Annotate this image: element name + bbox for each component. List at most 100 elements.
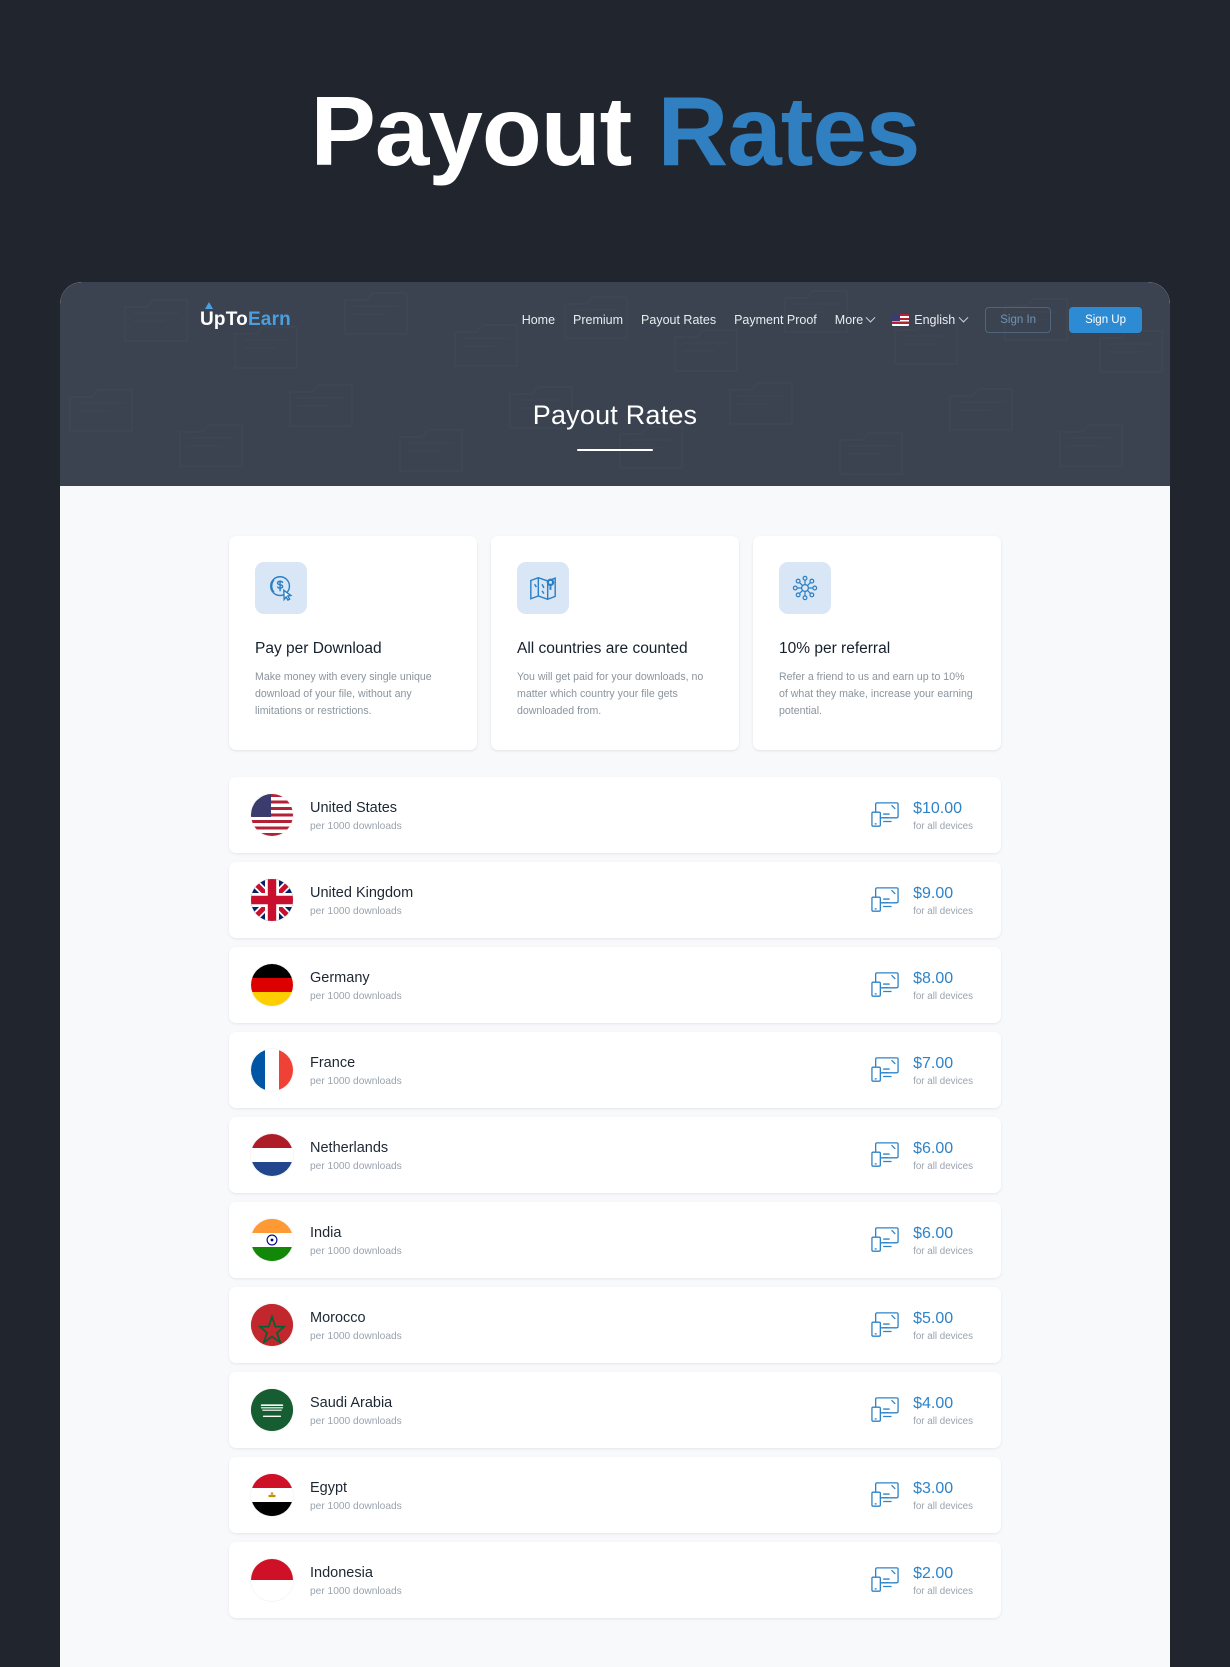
feature-description: You will get paid for your downloads, no… — [517, 671, 704, 718]
table-row[interactable]: Germany per 1000 downloads $8.00 for all… — [229, 947, 1001, 1024]
brand-earn: Earn — [247, 309, 291, 330]
country-info: Saudi Arabia per 1000 downloads — [310, 1394, 402, 1427]
sign-in-button[interactable]: Sign In — [985, 307, 1052, 333]
language-selector[interactable]: English — [892, 312, 969, 327]
rate-amount: $7.00 — [913, 1054, 954, 1072]
rate-devices: for all devices — [913, 1500, 973, 1512]
payout-rates-list: United States per 1000 downloads $10.00 … — [229, 777, 1001, 1667]
chevron-down-icon — [865, 312, 876, 323]
rate-text: $8.00 for all devices — [913, 969, 973, 1002]
table-row[interactable]: Saudi Arabia per 1000 downloads $4.00 fo… — [229, 1372, 1001, 1449]
nav-home[interactable]: Home — [522, 313, 555, 327]
rate-devices: for all devices — [913, 1415, 973, 1427]
table-row[interactable]: Morocco per 1000 downloads $5.00 for all… — [229, 1287, 1001, 1364]
country-name: Morocco — [310, 1310, 366, 1327]
country-subtitle: per 1000 downloads — [310, 820, 402, 832]
rate-text: $6.00 for all devices — [913, 1224, 973, 1257]
table-row[interactable]: United Kingdom per 1000 downloads $9.00 … — [229, 862, 1001, 939]
coin-dollar-cursor-icon — [255, 562, 307, 614]
brand-logo[interactable]: UpToEarn — [200, 302, 291, 331]
country-info: Morocco per 1000 downloads — [310, 1309, 402, 1342]
country-subtitle: per 1000 downloads — [310, 1415, 402, 1427]
table-row[interactable]: Indonesia per 1000 downloads $2.00 for a… — [229, 1542, 1001, 1619]
feature-description: Make money with every single unique down… — [255, 671, 432, 718]
chevron-down-icon — [958, 312, 969, 323]
feature-card-referral: 10% per referral Refer a friend to us an… — [753, 536, 1001, 751]
country-name: India — [310, 1225, 342, 1242]
flag-germany — [251, 964, 293, 1007]
table-row[interactable]: United States per 1000 downloads $10.00 … — [229, 777, 1001, 854]
rate-right: $6.00 for all devices — [870, 1139, 973, 1172]
nav-more-dropdown[interactable]: More — [835, 312, 876, 327]
rate-amount: $2.00 — [913, 1564, 954, 1582]
rate-devices: for all devices — [913, 1075, 973, 1087]
nav-payout-rates[interactable]: Payout Rates — [641, 313, 716, 327]
flag-india — [251, 1219, 293, 1262]
country-subtitle: per 1000 downloads — [310, 1160, 402, 1172]
country-info: India per 1000 downloads — [310, 1224, 402, 1257]
rate-amount: $8.00 — [913, 969, 954, 987]
rate-right: $8.00 for all devices — [870, 969, 973, 1002]
feature-title: All countries are counted — [517, 640, 688, 657]
table-row[interactable]: France per 1000 downloads $7.00 for all … — [229, 1032, 1001, 1109]
devices-icon — [871, 1312, 899, 1338]
rate-text: $4.00 for all devices — [913, 1394, 973, 1427]
devices-icon — [871, 1397, 899, 1423]
feature-card-pay-per-download: Pay per Download Make money with every s… — [229, 536, 477, 751]
rate-amount: $10.00 — [913, 799, 963, 817]
country-subtitle: per 1000 downloads — [310, 1585, 402, 1597]
table-row[interactable]: Egypt per 1000 downloads $3.00 for all d… — [229, 1457, 1001, 1534]
country-info: Indonesia per 1000 downloads — [310, 1564, 402, 1597]
navbar: UpToEarn Home Premium Payout Rates Payme… — [60, 282, 1170, 340]
rate-right: $6.00 for all devices — [870, 1224, 973, 1257]
rate-devices: for all devices — [913, 905, 973, 917]
network-nodes-icon — [779, 562, 831, 614]
hero-title-word-2: Rates — [657, 76, 921, 186]
country-info: United Kingdom per 1000 downloads — [310, 884, 413, 917]
rate-devices: for all devices — [913, 1330, 973, 1342]
rate-text: $3.00 for all devices — [913, 1479, 973, 1512]
rate-right: $10.00 for all devices — [870, 799, 973, 832]
country-name: Saudi Arabia — [310, 1395, 393, 1412]
rate-right: $2.00 for all devices — [870, 1564, 973, 1597]
rate-text: $6.00 for all devices — [913, 1139, 973, 1172]
table-row[interactable]: Netherlands per 1000 downloads $6.00 for… — [229, 1117, 1001, 1194]
country-name: Indonesia — [310, 1565, 373, 1582]
us-flag-icon — [892, 314, 910, 326]
rate-amount: $5.00 — [913, 1309, 954, 1327]
rate-devices: for all devices — [913, 820, 973, 832]
country-info: Germany per 1000 downloads — [310, 969, 402, 1002]
map-pin-icon — [517, 562, 569, 614]
devices-icon — [871, 802, 899, 828]
country-name: United Kingdom — [310, 885, 414, 902]
nav-links: Home Premium Payout Rates Payment Proof … — [522, 307, 1142, 333]
rate-right: $5.00 for all devices — [870, 1309, 973, 1342]
rate-devices: for all devices — [913, 990, 973, 1002]
flag-netherlands — [251, 1134, 293, 1177]
country-name: Egypt — [310, 1480, 348, 1497]
feature-title: Pay per Download — [255, 640, 382, 657]
sign-up-button[interactable]: Sign Up — [1069, 307, 1142, 333]
nav-premium[interactable]: Premium — [573, 313, 623, 327]
table-row[interactable]: India per 1000 downloads $6.00 for all d… — [229, 1202, 1001, 1279]
devices-icon — [871, 1227, 899, 1253]
country-info: United States per 1000 downloads — [310, 799, 402, 832]
hero-banner: Payout Rates — [0, 0, 1230, 282]
rate-amount: $9.00 — [913, 884, 954, 902]
page-body: Pay per Download Make money with every s… — [60, 486, 1170, 1667]
nav-payment-proof[interactable]: Payment Proof — [734, 313, 817, 327]
feature-cards: Pay per Download Make money with every s… — [229, 536, 1001, 751]
heading-underline — [577, 449, 653, 451]
rate-text: $5.00 for all devices — [913, 1309, 973, 1342]
country-name: France — [310, 1055, 356, 1072]
country-name: United States — [310, 800, 398, 817]
feature-description: Refer a friend to us and earn up to 10% … — [779, 671, 973, 718]
devices-icon — [871, 1057, 899, 1083]
page-heading: Payout Rates — [60, 400, 1170, 451]
rate-right: $4.00 for all devices — [870, 1394, 973, 1427]
flag-morocco — [251, 1304, 293, 1347]
up-arrow-icon — [205, 302, 213, 309]
rate-right: $3.00 for all devices — [870, 1479, 973, 1512]
hero-title-word-1: Payout — [310, 76, 633, 186]
rate-devices: for all devices — [913, 1245, 973, 1257]
